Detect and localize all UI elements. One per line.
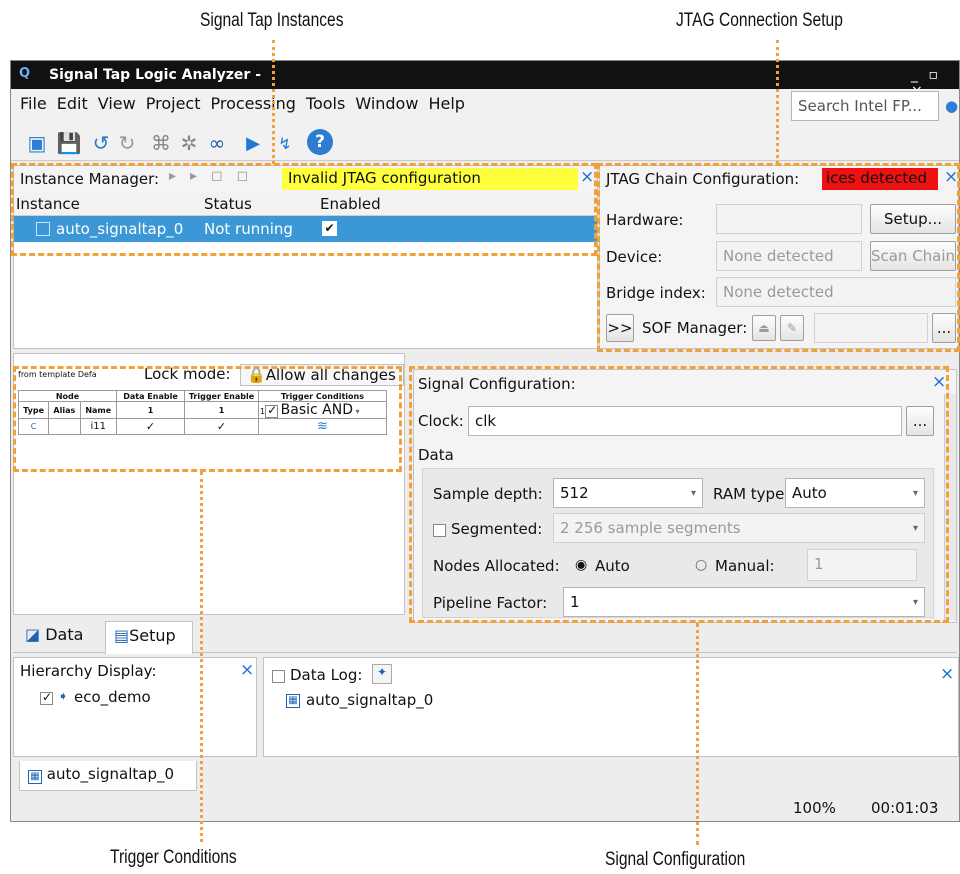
tab-setup[interactable]: ▤Setup	[105, 621, 193, 654]
menu-tools[interactable]: Tools	[301, 91, 350, 113]
binoculars-icon[interactable]: ∞	[205, 131, 229, 155]
instances-highlight	[11, 163, 597, 256]
hierarchy-node-icon: ➧	[58, 689, 69, 703]
window-title: Signal Tap Logic Analyzer -	[49, 67, 262, 83]
tab-data[interactable]: ◪ Data	[25, 625, 103, 653]
data-log-panel: Data Log: ✦ × ▦ auto_signaltap_0	[263, 657, 959, 757]
instances-connector	[272, 40, 275, 164]
trigger-connector	[200, 472, 203, 842]
signal-config-connector	[696, 623, 699, 845]
data-log-item[interactable]: auto_signaltap_0	[306, 691, 433, 709]
tab-setup-label: Setup	[129, 626, 176, 645]
autorun-icon[interactable]: ↯	[273, 131, 297, 155]
callout-signal-configuration: Signal Configuration	[605, 849, 746, 870]
menu-bar: File Edit View Project Processing Tools Window…	[11, 89, 959, 123]
menu-processing[interactable]: Processing	[205, 91, 300, 113]
hierarchy-item[interactable]: eco_demo	[74, 688, 151, 706]
redo-icon[interactable]: ↻	[115, 131, 139, 155]
app-icon: Q	[19, 66, 31, 81]
globe-icon[interactable]: ●	[945, 97, 958, 115]
jtag-connector	[776, 40, 779, 164]
run-icon[interactable]: ▶	[241, 131, 265, 155]
search-input[interactable]: Search Intel FP...	[791, 91, 939, 121]
menu-help[interactable]: Help	[423, 91, 469, 113]
menu-view[interactable]: View	[93, 91, 141, 113]
menu-edit[interactable]: Edit	[52, 91, 93, 113]
data-tab-icon: ◪	[25, 625, 41, 644]
trigger-highlight	[13, 366, 402, 472]
hierarchy-checkbox[interactable]	[40, 690, 53, 705]
jtag-highlight	[597, 163, 960, 352]
menu-project[interactable]: Project	[141, 91, 206, 113]
callout-trigger-conditions: Trigger Conditions	[110, 847, 237, 868]
toolbar: ▣ 💾 ↺ ↻ ⌘ ✲ ∞ ▶ ↯ ?	[11, 123, 959, 161]
close-icon[interactable]: ×	[940, 664, 954, 684]
callout-signal-tap-instances: Signal Tap Instances	[200, 10, 344, 31]
settings-icon[interactable]: ✲	[177, 131, 201, 155]
save-icon[interactable]: 💾	[57, 131, 82, 155]
help-icon[interactable]: ?	[307, 129, 333, 155]
close-icon[interactable]: ×	[240, 660, 254, 680]
tab-auto-signaltap-label: auto_signaltap_0	[46, 765, 175, 783]
setup-tab-icon: ▤	[114, 626, 130, 645]
status-bar: 100% 00:01:03	[11, 791, 959, 821]
data-log-add-icon[interactable]: ✦	[372, 664, 392, 684]
tab-data-label: Data	[45, 625, 84, 644]
title-bar: Q Signal Tap Logic Analyzer - _ ▫ ×	[11, 61, 959, 99]
chip-icon[interactable]: ⌘	[149, 131, 173, 155]
instance-icon: ▦	[28, 770, 42, 784]
callout-jtag-connection-setup: JTAG Connection Setup	[676, 10, 843, 31]
menu-window[interactable]: Window	[350, 91, 423, 113]
view-tabs: ◪ Data ▤Setup	[13, 621, 957, 654]
hierarchy-panel: Hierarchy Display: × ➧ eco_demo	[13, 657, 257, 757]
elapsed-time: 00:01:03	[871, 799, 939, 817]
menu-file[interactable]: File	[15, 91, 52, 113]
signal-config-highlight	[409, 366, 949, 623]
undo-icon[interactable]: ↺	[89, 131, 113, 155]
tab-auto-signaltap[interactable]: ▦ auto_signaltap_0	[19, 761, 197, 791]
hierarchy-title: Hierarchy Display:	[20, 662, 157, 680]
instance-icon: ▦	[286, 694, 300, 708]
open-icon[interactable]: ▣	[25, 131, 49, 155]
zoom-level: 100%	[793, 799, 836, 817]
data-log-checkbox[interactable]	[272, 670, 285, 683]
data-log-title: Data Log:	[290, 666, 363, 684]
